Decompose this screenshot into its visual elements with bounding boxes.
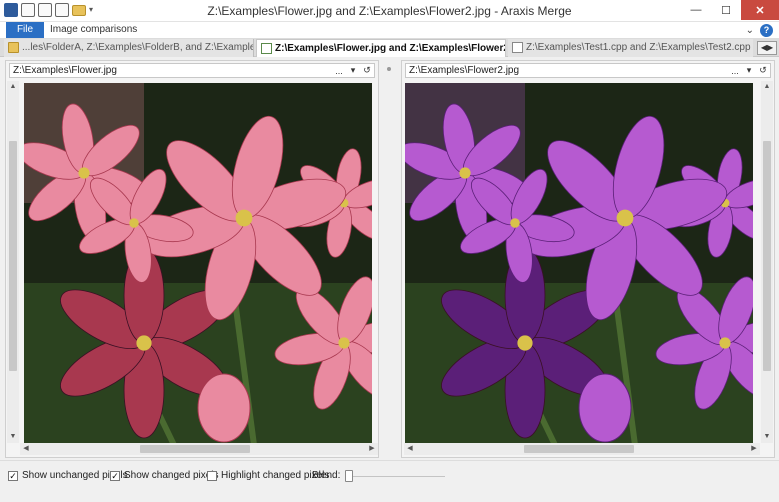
right-flower-image (405, 83, 753, 445)
right-image-view[interactable] (405, 83, 753, 445)
scroll-thumb[interactable] (763, 141, 771, 371)
show-changed-option[interactable]: ✓ Show changed pixels (110, 470, 219, 481)
collapse-ribbon-chevron-icon[interactable]: ⌄ (746, 25, 754, 36)
scroll-left-arrow-icon[interactable]: ◀ (20, 443, 32, 455)
left-path-text: Z:\Examples\Flower.jpg (13, 65, 117, 76)
blend-slider-track (345, 476, 445, 477)
flower-center (517, 335, 533, 351)
help-icon[interactable]: ? (760, 23, 773, 37)
left-browse-button[interactable]: ... (332, 66, 346, 76)
right-path-dropdown-icon[interactable]: ▾ (742, 65, 756, 76)
right-vertical-scrollbar[interactable]: ▲ ▼ (761, 81, 773, 443)
flower-center (235, 209, 253, 227)
file-tab[interactable]: File (6, 22, 44, 38)
maximize-button[interactable]: ☐ (711, 0, 741, 20)
right-image-pane: Z:\Examples\Flower2.jpg ... ▾ ↺ ▲ ▼ ◀ ▶ (401, 60, 775, 458)
right-path-text: Z:\Examples\Flower2.jpg (409, 65, 520, 76)
blend-slider-thumb[interactable] (345, 470, 353, 482)
scroll-up-arrow-icon[interactable]: ▲ (7, 81, 19, 93)
left-history-icon[interactable]: ↺ (360, 65, 374, 76)
minimize-button[interactable]: — (681, 0, 711, 20)
scroll-up-arrow-icon[interactable]: ▲ (761, 81, 773, 93)
ribbon-controls: ⌄ ? (746, 22, 773, 38)
flower-bud (197, 373, 251, 443)
left-vertical-scrollbar[interactable]: ▲ ▼ (7, 81, 19, 443)
highlight-changed-checkbox[interactable] (207, 470, 217, 481)
scroll-thumb[interactable] (524, 445, 634, 453)
document-icon (512, 42, 523, 53)
scroll-thumb[interactable] (9, 141, 17, 371)
flower-center (78, 167, 90, 179)
scroll-right-arrow-icon[interactable]: ▶ (366, 443, 378, 455)
pane-divider-grip[interactable] (387, 67, 391, 71)
doc-tab-label: ...les\FolderA, Z:\Examples\FolderB, and… (22, 42, 253, 53)
document-tabs: ...les\FolderA, Z:\Examples\FolderB, and… (0, 38, 779, 57)
flower-center (459, 167, 471, 179)
flower-center (616, 209, 634, 227)
right-path-bar[interactable]: Z:\Examples\Flower2.jpg ... ▾ ↺ (405, 63, 771, 78)
doc-tab-image-comparison[interactable]: Z:\Examples\Flower.jpg and Z:\Examples\F… (256, 39, 506, 57)
doc-tab-folder-comparison[interactable]: ...les\FolderA, Z:\Examples\FolderB, and… (4, 39, 254, 57)
right-history-icon[interactable]: ↺ (756, 65, 770, 76)
window-controls: — ☐ ✕ (681, 0, 779, 20)
scroll-left-arrow-icon[interactable]: ◀ (404, 443, 416, 455)
show-unchanged-checkbox[interactable]: ✓ (8, 470, 18, 481)
left-path-bar[interactable]: Z:\Examples\Flower.jpg ... ▾ ↺ (9, 63, 375, 78)
left-flower-image (24, 83, 372, 445)
left-image-view[interactable] (24, 83, 372, 445)
left-path-dropdown-icon[interactable]: ▾ (346, 65, 360, 76)
image-file-icon (261, 43, 272, 54)
tab-scroll-buttons[interactable]: ◀▶ (757, 41, 777, 55)
show-changed-checkbox[interactable]: ✓ (110, 470, 120, 481)
folder-icon (8, 42, 19, 53)
ribbon-tab-image-comparisons[interactable]: Image comparisons (50, 24, 137, 35)
scroll-right-arrow-icon[interactable]: ▶ (748, 443, 760, 455)
close-button[interactable]: ✕ (741, 0, 779, 20)
image-options-bar: ✓ Show unchanged pixels ✓ Show changed p… (0, 460, 779, 502)
doc-tab-label: Z:\Examples\Test1.cpp and Z:\Examples\Te… (526, 42, 751, 53)
blend-label: Blend: (312, 470, 341, 481)
flower-center (338, 337, 350, 349)
flower-center (129, 218, 139, 228)
flower-center (136, 335, 152, 351)
ribbon: File Image comparisons ⌄ ? (0, 22, 779, 38)
show-changed-label: Show changed pixels (124, 470, 219, 481)
left-horizontal-scrollbar[interactable]: ◀ ▶ (20, 443, 378, 455)
window-title: Z:\Examples\Flower.jpg and Z:\Examples\F… (207, 4, 572, 18)
right-browse-button[interactable]: ... (728, 66, 742, 76)
scroll-down-arrow-icon[interactable]: ▼ (761, 431, 773, 443)
blend-slider[interactable] (345, 468, 445, 484)
title-bar: ▾ Z:\Examples\Flower.jpg and Z:\Examples… (0, 0, 779, 22)
left-image-pane: Z:\Examples\Flower.jpg ... ▾ ↺ ▲ ▼ ◀ ▶ (5, 60, 379, 458)
scroll-down-arrow-icon[interactable]: ▼ (7, 431, 19, 443)
flower-bud (578, 373, 632, 443)
flower-center (510, 218, 520, 228)
flower-center (719, 337, 731, 349)
doc-tab-label: Z:\Examples\Flower.jpg and Z:\Examples\F… (275, 43, 506, 54)
doc-tab-text-comparison[interactable]: Z:\Examples\Test1.cpp and Z:\Examples\Te… (508, 39, 753, 57)
scroll-thumb[interactable] (140, 445, 250, 453)
right-horizontal-scrollbar[interactable]: ◀ ▶ (404, 443, 760, 455)
